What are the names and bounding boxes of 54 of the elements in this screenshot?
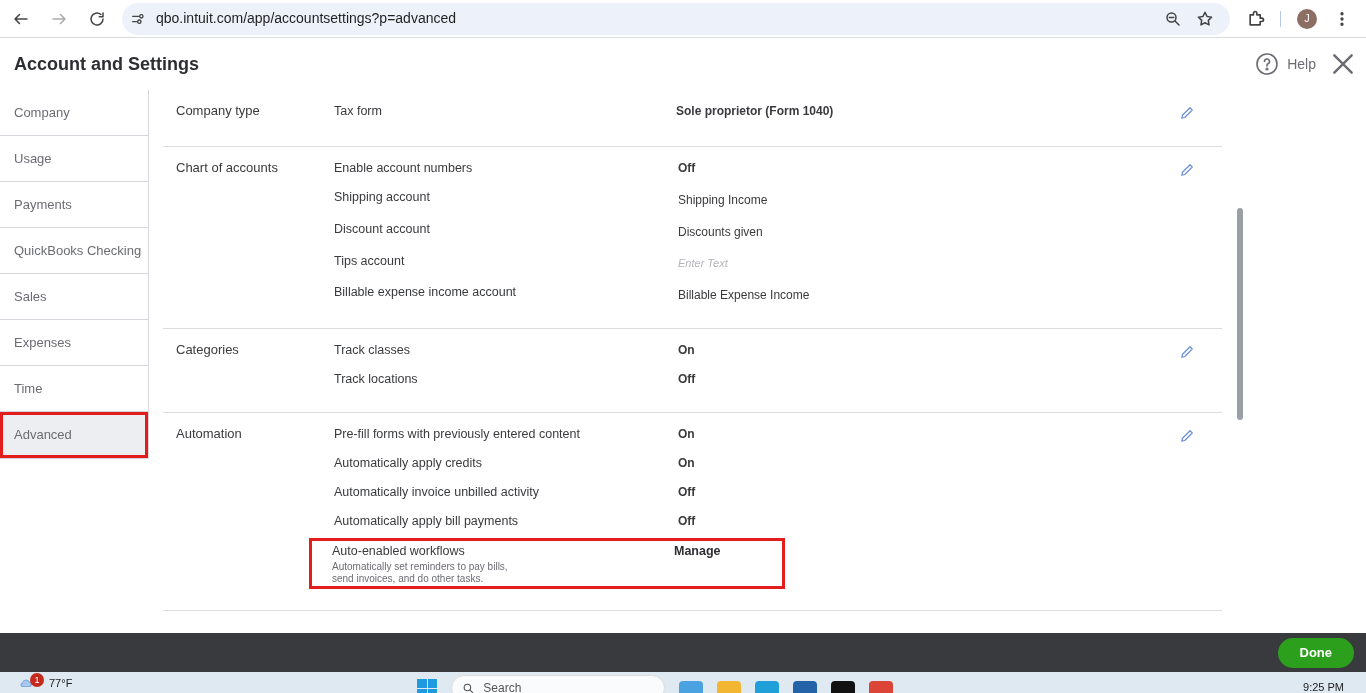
search-icon: [462, 681, 476, 693]
setting-value: On: [677, 426, 695, 443]
zoom-out-icon[interactable]: [1164, 9, 1182, 28]
pencil-icon[interactable]: [1178, 343, 1196, 361]
setting-value: Shipping Income: [677, 192, 768, 209]
pencil-icon[interactable]: [1178, 427, 1196, 445]
done-button[interactable]: Done: [1277, 637, 1354, 668]
profile-avatar[interactable]: J: [1297, 8, 1317, 29]
setting-value: Discounts given: [677, 224, 763, 241]
setting-value: Off: [677, 513, 696, 530]
section-title: Automation: [175, 425, 243, 443]
setting-label: Automatically apply bill payments: [334, 513, 520, 530]
sidebar-tab[interactable]: Advanced: [0, 412, 148, 458]
setting-value: On: [677, 455, 695, 472]
setting-value: Sole proprietor (Form 1040): [676, 103, 834, 120]
pencil-icon[interactable]: [1178, 161, 1196, 179]
page-title: Account and Settings: [14, 52, 199, 76]
setting-label: Tax form: [334, 103, 383, 120]
setting-label: Tips account: [334, 253, 406, 270]
pencil-icon[interactable]: [1178, 104, 1196, 122]
setting-label: Pre-fill forms with previously entered content: [334, 426, 581, 443]
setting-description: Automatically set reminders to pay bills, send invoices, and do other tasks.: [332, 561, 509, 585]
taskbar-search-field[interactable]: Search: [451, 675, 666, 693]
setting-value: Off: [677, 160, 696, 177]
puzzle-piece-icon[interactable]: [1246, 8, 1266, 29]
weather-temperature: 77°F: [49, 676, 73, 691]
url-text: qbo.intuit.com/app/accountsettings?p=advanced: [156, 9, 457, 28]
setting-label: Discount account: [334, 221, 431, 238]
setting-label: Track classes: [334, 342, 411, 359]
setting-value: On: [677, 342, 695, 359]
section-title: Categories: [175, 341, 240, 359]
address-bar[interactable]: qbo.intuit.com/app/accountsettings?p=advanced: [122, 2, 1230, 35]
clock-time: 9:25 PM: [1303, 680, 1344, 693]
setting-label: Automatically invoice unbilled activity: [334, 484, 540, 501]
setting-label: Billable expense income account: [334, 284, 518, 301]
help-icon: [1255, 52, 1280, 76]
notification-badge: 1: [30, 673, 44, 688]
help-button[interactable]: Help: [1255, 52, 1316, 76]
section-title: Chart of accounts: [175, 159, 279, 177]
setting-value: Billable Expense Income: [677, 287, 810, 304]
windows-logo-icon[interactable]: [417, 679, 438, 693]
setting-label: Automatically apply credits: [334, 455, 483, 472]
manage-link[interactable]: Manage: [674, 542, 721, 560]
setting-label: Auto-enabled workflows: [332, 543, 466, 560]
setting-label: Track locations: [334, 371, 419, 388]
setting-value: Off: [677, 371, 696, 388]
star-icon[interactable]: [1196, 9, 1214, 28]
close-icon[interactable]: [1330, 51, 1356, 77]
section-title: Company type: [175, 102, 261, 120]
setting-value: Off: [677, 484, 696, 501]
scrollbar-thumb[interactable]: [1237, 208, 1243, 420]
setting-label: Enable account numbers: [334, 160, 474, 177]
reload-icon[interactable]: [88, 9, 106, 28]
setting-label: Shipping account: [334, 189, 431, 206]
